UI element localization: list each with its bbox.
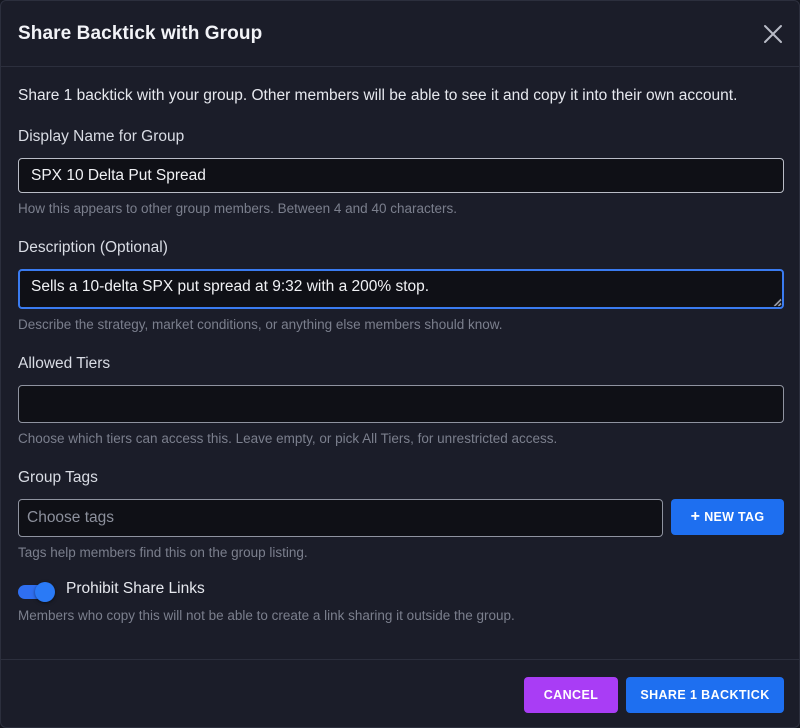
display-name-label: Display Name for Group (18, 128, 185, 145)
allowed-tiers-hint: Choose which tiers can access this. Leav… (18, 431, 558, 446)
allowed-tiers-label: Allowed Tiers (18, 355, 111, 372)
share-backtick-dialog: Share Backtick with Group Share 1 backti… (0, 0, 800, 728)
description-hint: Describe the strategy, market conditions… (18, 317, 503, 332)
resize-grip-icon[interactable] (772, 297, 782, 307)
group-tags-input[interactable] (18, 499, 663, 537)
close-icon[interactable] (761, 22, 785, 46)
prohibit-share-links-hint: Members who copy this will not be able t… (18, 608, 515, 623)
prohibit-share-links-label: Prohibit Share Links (66, 580, 205, 597)
display-name-input[interactable] (18, 158, 784, 193)
plus-icon: + (690, 507, 701, 525)
new-tag-button[interactable]: + NEW TAG (671, 499, 784, 535)
display-name-hint: How this appears to other group members.… (18, 201, 457, 216)
dialog-footer: CANCEL SHARE 1 BACKTICK (1, 659, 799, 727)
share-button[interactable]: SHARE 1 BACKTICK (626, 677, 784, 713)
toggle-knob (35, 582, 55, 602)
group-tags-label: Group Tags (18, 469, 98, 486)
description-textarea[interactable]: Sells a 10-delta SPX put spread at 9:32 … (18, 269, 784, 309)
description-label: Description (Optional) (18, 239, 168, 256)
cancel-button[interactable]: CANCEL (524, 677, 618, 713)
prohibit-share-links-toggle[interactable] (18, 581, 56, 603)
dialog-body: Share 1 backtick with your group. Other … (1, 68, 799, 659)
group-tags-hint: Tags help members find this on the group… (18, 545, 308, 560)
dialog-title: Share Backtick with Group (18, 23, 263, 44)
allowed-tiers-select[interactable] (18, 385, 784, 423)
intro-text: Share 1 backtick with your group. Other … (18, 87, 738, 104)
dialog-header: Share Backtick with Group (1, 1, 799, 67)
new-tag-label: NEW TAG (704, 510, 765, 524)
